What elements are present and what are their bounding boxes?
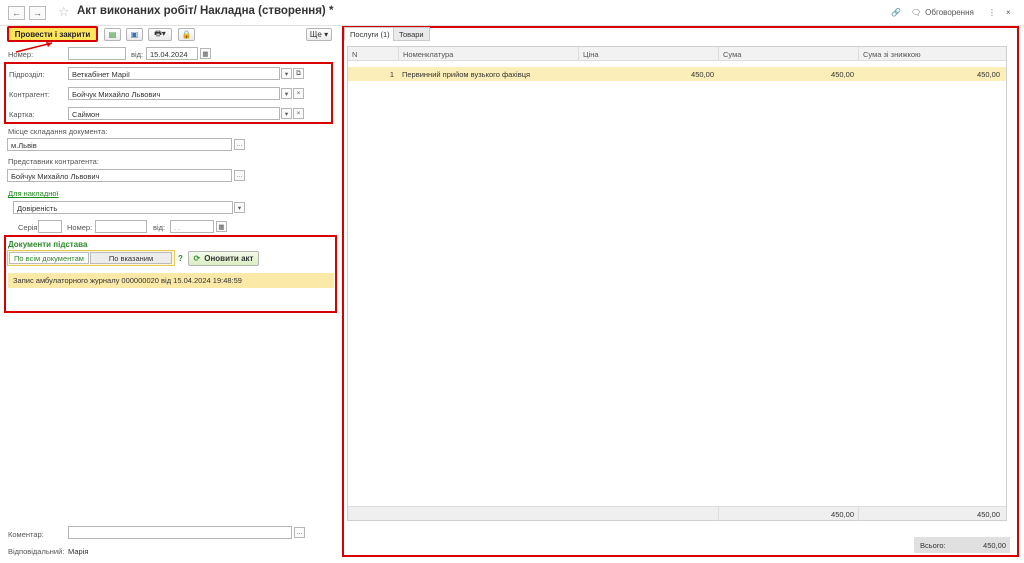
counterparty-dropdown-icon[interactable]: ▾ — [281, 88, 292, 99]
print-button[interactable]: 🖶▾ — [148, 28, 172, 41]
counterparty-field[interactable]: Бойчук Михайло Львович — [68, 87, 280, 100]
link-icon[interactable]: 🔗 — [891, 8, 901, 17]
refresh-act-button[interactable]: ⟳ Оновити акт — [188, 251, 259, 266]
invoice-calendar-icon[interactable]: ▦ — [216, 221, 227, 232]
place-select-icon[interactable]: … — [234, 139, 245, 150]
invoice-date-label: від: — [153, 223, 166, 232]
column-sum[interactable]: Сума — [718, 47, 858, 61]
representative-field[interactable]: Бойчук Михайло Львович — [7, 169, 232, 182]
row-number: 1 — [389, 70, 394, 79]
invoice-number-label: Номер: — [67, 223, 93, 232]
number-field[interactable] — [68, 47, 126, 60]
forward-button[interactable]: → — [29, 6, 46, 20]
invoice-number-field[interactable] — [95, 220, 147, 233]
column-nomenclature[interactable]: Номенклатура — [398, 47, 578, 61]
favorite-star-icon[interactable]: ☆ — [58, 4, 70, 20]
lock-button[interactable]: 🔒 — [178, 28, 195, 41]
column-sum-discount[interactable]: Сума зі знижкою — [858, 47, 1006, 61]
arrow-left-icon: ← — [12, 8, 21, 18]
series-label: Серія: — [18, 223, 40, 232]
tab-services[interactable]: Послуги (1) — [344, 27, 396, 41]
save-button[interactable]: ▣ — [126, 28, 143, 41]
document-type-select[interactable]: Довіреність — [13, 201, 233, 214]
back-button[interactable]: ← — [8, 6, 25, 20]
footer-sum: 450,00 — [718, 507, 858, 521]
menu-icon[interactable]: ⋮ — [988, 8, 996, 17]
date-label: від: — [131, 50, 144, 59]
card-label: Картка: — [9, 110, 35, 119]
representative-label: Представник контрагента: — [8, 157, 99, 166]
grid-footer: 450,00 450,00 — [348, 506, 1006, 521]
services-grid: N Номенклатура Ціна Сума Сума зі знижкою… — [347, 46, 1007, 521]
responsible-value: Марія — [68, 547, 89, 556]
basis-document-text: Запис амбулаторного журналу 000000020 ві… — [13, 276, 242, 285]
column-price[interactable]: Ціна — [578, 47, 718, 61]
invoice-date-field[interactable]: . . — [170, 220, 214, 233]
column-n[interactable]: N — [348, 47, 398, 61]
close-icon[interactable]: × — [1006, 8, 1011, 17]
row-sum-discount: 450,00 — [977, 70, 1000, 79]
calendar-icon[interactable]: ▦ — [200, 48, 211, 59]
refresh-icon: ⟳ — [193, 254, 201, 263]
window-title: Акт виконаних робіт/ Накладна (створення… — [77, 5, 334, 17]
basis-document-item[interactable]: Запис амбулаторного журналу 000000020 ві… — [8, 273, 334, 288]
division-label: Підрозділ: — [9, 70, 45, 79]
place-label: Місце складання документа: — [8, 127, 108, 136]
place-field[interactable]: м.Львів — [7, 138, 232, 151]
comment-field[interactable] — [68, 526, 292, 539]
mode-all-documents-button[interactable]: По всім документам — [9, 252, 89, 264]
mode-selected-label: По вказаним — [108, 253, 154, 263]
counterparty-clear-icon[interactable]: × — [293, 88, 304, 99]
discussions-button[interactable]: 🗨 Обговорення — [911, 8, 974, 17]
row-sum: 450,00 — [831, 70, 854, 79]
total-value: 450,00 — [983, 541, 1006, 550]
representative-select-icon[interactable]: … — [234, 170, 245, 181]
arrow-right-icon: → — [33, 8, 42, 18]
card-field[interactable]: Саймон — [68, 107, 280, 120]
division-open-icon[interactable]: ⧉ — [293, 68, 304, 79]
row-nomenclature: Первинний прийом вузького фахівця — [402, 70, 531, 79]
total-box: Всього: 450,00 — [914, 537, 1010, 553]
refresh-act-label: Оновити акт — [204, 254, 254, 263]
counterparty-label: Контрагент: — [9, 90, 50, 99]
series-field[interactable] — [38, 220, 62, 233]
more-button[interactable]: Ще ▾ — [306, 28, 332, 41]
date-field[interactable]: 15.04.2024 — [146, 47, 198, 60]
comment-label: Коментар: — [8, 530, 44, 539]
post-and-close-label: Провести і закрити — [14, 29, 91, 39]
card-dropdown-icon[interactable]: ▾ — [281, 108, 292, 119]
post-document-icon: ▤ — [108, 30, 117, 39]
grid-header: N Номенклатура Ціна Сума Сума зі знижкою — [348, 47, 1006, 61]
total-label: Всього: — [920, 541, 946, 550]
mode-all-label: По всім документам — [14, 253, 84, 263]
help-icon[interactable]: ? — [178, 254, 183, 263]
more-label: Ще — [309, 30, 322, 39]
discussions-label: Обговорення — [925, 8, 974, 17]
division-dropdown-icon[interactable]: ▾ — [281, 68, 292, 79]
for-invoice-link[interactable]: Для накладної — [8, 189, 59, 198]
responsible-label: Відповідальний: — [8, 547, 65, 556]
card-clear-icon[interactable]: × — [293, 108, 304, 119]
division-field[interactable]: Веткабінет Марії — [68, 67, 280, 80]
tab-goods[interactable]: Товари — [393, 27, 430, 41]
mode-selected-button[interactable]: По вказаним — [90, 252, 172, 264]
post-button[interactable]: ▤ — [104, 28, 121, 41]
number-label: Номер: — [8, 50, 34, 59]
comment-expand-icon[interactable]: … — [294, 527, 305, 538]
chat-icon: 🗨 — [911, 8, 922, 17]
basis-title: Документи підстава — [8, 240, 88, 249]
footer-sum-discount: 450,00 — [858, 507, 1004, 521]
table-row[interactable]: 1 Первинний прийом вузького фахівця 450,… — [348, 67, 1006, 81]
row-price: 450,00 — [691, 70, 714, 79]
save-icon: ▣ — [130, 30, 139, 39]
lock-icon: 🔒 — [181, 30, 192, 39]
document-type-dropdown-icon[interactable]: ▾ — [234, 202, 245, 213]
printer-icon: 🖶▾ — [154, 28, 166, 38]
